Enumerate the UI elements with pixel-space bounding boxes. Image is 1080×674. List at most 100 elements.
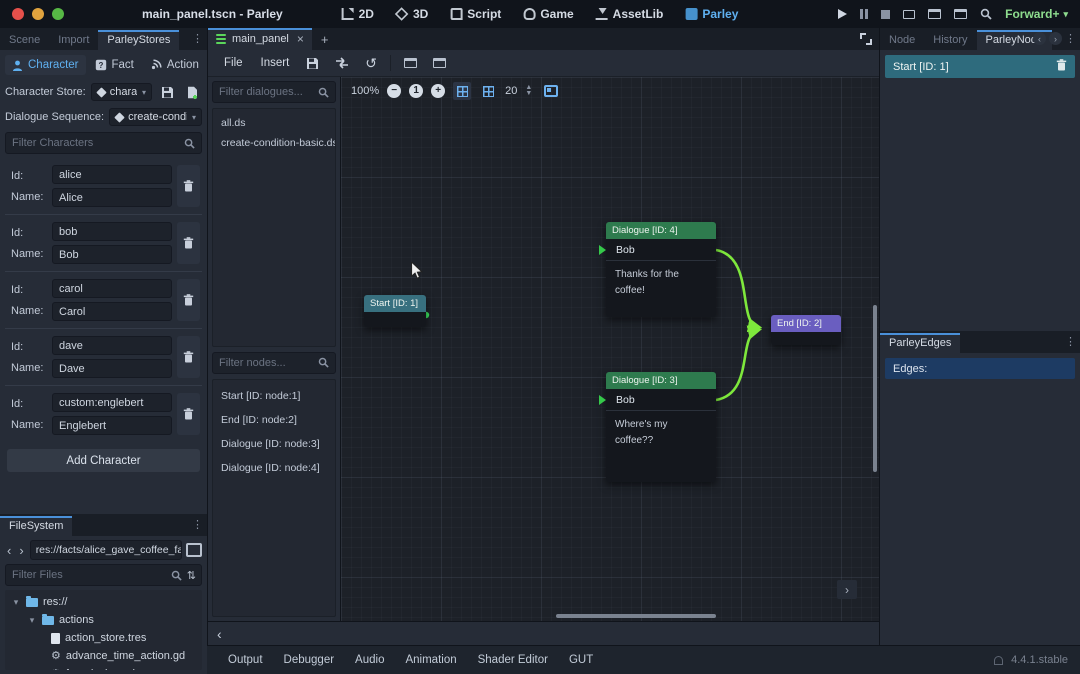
run-dialogue-icon[interactable]: [397, 55, 424, 71]
zoom-window-icon[interactable]: [52, 8, 64, 20]
save-icon[interactable]: [299, 54, 326, 73]
graph-node-dialogue-4[interactable]: Dialogue [ID: 4] Bob Thanks for the coff…: [606, 222, 716, 317]
graph-minimap-button[interactable]: ›: [837, 580, 857, 599]
tab-filesystem[interactable]: FileSystem: [0, 516, 72, 536]
save-store-button[interactable]: [157, 82, 177, 102]
collapse-sidebar-icon[interactable]: ‹: [217, 626, 222, 642]
dialogue-graph-canvas[interactable]: 100% − 1 + 20 ▲▼: [341, 77, 879, 621]
delete-character-button[interactable]: [177, 393, 200, 435]
scene-tab-main-panel[interactable]: main_panel ×: [208, 28, 312, 50]
split-mode-icon[interactable]: [186, 543, 202, 557]
expand-fullscreen-icon[interactable]: [860, 33, 872, 45]
stop-icon[interactable]: [881, 10, 890, 19]
list-item[interactable]: all.ds: [213, 113, 335, 133]
tab-scroll-right-icon[interactable]: ›: [1049, 32, 1062, 45]
node-header[interactable]: End [ID: 2]: [771, 315, 841, 332]
dock-menu-icon[interactable]: ⋮: [1065, 335, 1076, 348]
bottom-tab-debugger[interactable]: Debugger: [275, 650, 344, 670]
character-name-input[interactable]: [52, 245, 172, 264]
filter-nodes-input[interactable]: [219, 357, 313, 369]
workspace-script-button[interactable]: Script: [442, 4, 509, 24]
tab-import[interactable]: Import: [49, 30, 98, 50]
new-store-button[interactable]: [182, 82, 202, 102]
list-item[interactable]: Start [ID: node:1]: [213, 384, 335, 406]
character-name-input[interactable]: [52, 188, 172, 207]
renderer-selector[interactable]: Forward+ ▾: [1005, 7, 1068, 21]
tab-scroll-left-icon[interactable]: ‹: [1033, 32, 1046, 45]
character-id-input[interactable]: [52, 279, 172, 298]
character-name-input[interactable]: [52, 359, 172, 378]
graph-node-start[interactable]: Start [ID: 1]: [364, 295, 426, 327]
pause-icon[interactable]: [860, 9, 868, 19]
tree-item[interactable]: ▾ actions: [5, 611, 202, 629]
zoom-reset-icon[interactable]: 1: [409, 84, 423, 98]
dock-menu-icon[interactable]: ⋮: [192, 518, 203, 531]
close-tab-icon[interactable]: ×: [297, 32, 304, 46]
character-id-input[interactable]: [52, 165, 172, 184]
dock-menu-icon[interactable]: ⋮: [192, 32, 203, 45]
bottom-tab-audio[interactable]: Audio: [346, 650, 393, 670]
character-id-input[interactable]: [52, 336, 172, 355]
delete-character-button[interactable]: [177, 165, 200, 207]
collapse-caret-icon[interactable]: ▾: [27, 615, 37, 626]
history-back-icon[interactable]: ‹: [5, 543, 13, 558]
list-item[interactable]: Dialogue [ID: node:3]: [213, 430, 335, 454]
new-tab-icon[interactable]: +: [312, 29, 338, 50]
character-id-input[interactable]: [52, 222, 172, 241]
dock-menu-icon[interactable]: ⋮: [1065, 32, 1076, 45]
graph-node-dialogue-3[interactable]: Dialogue [ID: 3] Bob Where's my coffee??: [606, 372, 716, 482]
bottom-tab-shader-editor[interactable]: Shader Editor: [469, 650, 557, 670]
character-name-input[interactable]: [52, 302, 172, 321]
edge-dialogue4-end[interactable]: [716, 250, 758, 327]
dialogue-sequence-select[interactable]: create-conditi ▾: [109, 108, 202, 126]
close-window-icon[interactable]: [12, 8, 24, 20]
run-dialogue-test-icon[interactable]: [426, 55, 453, 71]
export-icon[interactable]: [328, 54, 356, 72]
delete-node-button[interactable]: [1056, 59, 1067, 74]
node-header[interactable]: Start [ID: 1]: [364, 295, 426, 312]
minimap-toggle-icon[interactable]: [544, 85, 558, 97]
list-item[interactable]: End [ID: node:2]: [213, 406, 335, 430]
notifications-bell-icon[interactable]: [994, 656, 1003, 665]
bottom-tab-gut[interactable]: GUT: [560, 650, 602, 670]
zoom-out-icon[interactable]: −: [387, 84, 401, 98]
delete-character-button[interactable]: [177, 222, 200, 264]
collapse-caret-icon[interactable]: ▾: [11, 597, 21, 608]
tab-character[interactable]: Character: [5, 55, 86, 75]
add-character-button[interactable]: Add Character: [7, 449, 200, 472]
movie-writer-icon[interactable]: [928, 9, 941, 19]
workspace-parley-button[interactable]: Parley: [677, 4, 746, 24]
node-header[interactable]: Dialogue [ID: 4]: [606, 222, 716, 239]
tree-item[interactable]: action_store.tres: [5, 629, 202, 647]
list-item[interactable]: create-condition-basic.ds: [213, 133, 335, 153]
tab-node[interactable]: Node: [880, 30, 924, 50]
zoom-in-icon[interactable]: +: [431, 84, 445, 98]
graph-hscrollbar[interactable]: [341, 613, 871, 619]
delete-character-button[interactable]: [177, 279, 200, 321]
filter-characters-input[interactable]: [12, 137, 179, 149]
menu-file[interactable]: File: [216, 53, 251, 73]
filter-files-input[interactable]: [12, 569, 166, 581]
workspace-3d-button[interactable]: 3D: [388, 4, 436, 24]
profiler-icon[interactable]: [980, 8, 992, 20]
minimize-window-icon[interactable]: [32, 8, 44, 20]
remote-debug-icon[interactable]: [903, 10, 915, 19]
tab-history[interactable]: History: [924, 30, 976, 50]
node-header[interactable]: Dialogue [ID: 3]: [606, 372, 716, 389]
tree-item[interactable]: ⚙ found_clue.gd: [5, 665, 202, 670]
workspace-assetlib-button[interactable]: AssetLib: [588, 4, 672, 24]
current-path[interactable]: res://facts/alice_gave_coffee_fact.g: [30, 540, 182, 560]
tab-parleystores[interactable]: ParleyStores: [98, 30, 179, 50]
graph-vscrollbar[interactable]: [872, 77, 878, 611]
tab-fact[interactable]: ? Fact: [88, 55, 141, 75]
character-store-select[interactable]: charact ▾: [91, 83, 152, 101]
graph-node-end[interactable]: End [ID: 2]: [771, 315, 841, 345]
history-forward-icon[interactable]: ›: [17, 543, 25, 558]
play-icon[interactable]: [838, 9, 847, 19]
snap-distance-value[interactable]: 20: [505, 85, 517, 97]
bottom-tab-output[interactable]: Output: [219, 650, 272, 670]
tree-item[interactable]: ▾ res://: [5, 593, 202, 611]
snap-grid-toggle-icon[interactable]: [453, 82, 471, 100]
workspace-game-button[interactable]: Game: [515, 4, 581, 24]
menu-insert[interactable]: Insert: [253, 53, 298, 73]
